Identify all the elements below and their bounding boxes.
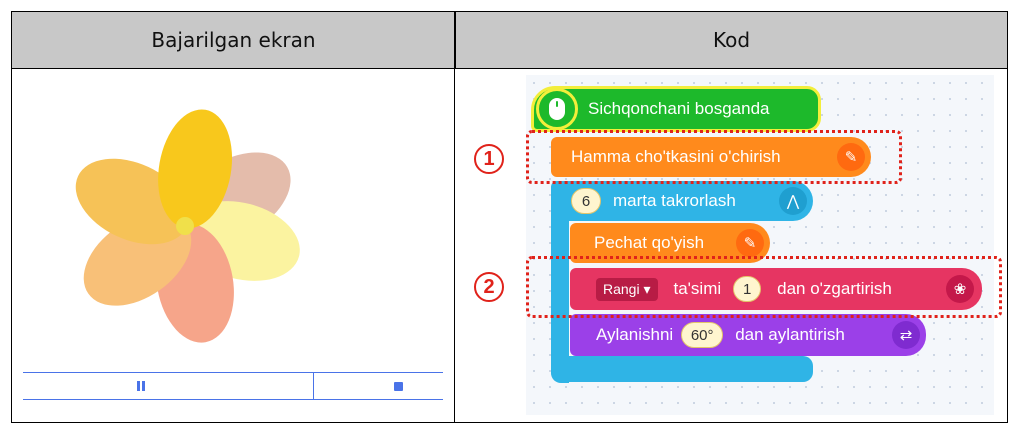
- rotate-end-label: dan aylantirish: [735, 325, 845, 344]
- rotate-label: Aylanishni: [596, 325, 674, 344]
- stop-button[interactable]: [388, 376, 408, 396]
- rotate-block[interactable]: Aylanishni 60° dan aylantirish ⇄: [570, 314, 926, 356]
- rotate-value-input[interactable]: 60°: [681, 322, 724, 348]
- marker-one: 1: [474, 144, 504, 174]
- flower-center: [176, 217, 194, 235]
- pause-button[interactable]: [128, 376, 154, 396]
- mouse-icon: [536, 88, 578, 130]
- flower-stage: [75, 109, 300, 343]
- repeat-block-foot: [551, 356, 813, 382]
- controls-divider: [313, 372, 314, 400]
- header-result: Bajarilgan ekran: [11, 11, 455, 69]
- repeat-count-input[interactable]: 6: [571, 188, 601, 214]
- header-code: Kod: [455, 11, 1008, 69]
- player-controls: [23, 372, 443, 400]
- marker-two: 2: [474, 272, 504, 302]
- highlight-box-1: [526, 130, 902, 184]
- flow-icon: ⋀: [779, 187, 807, 215]
- repeat-block[interactable]: 6 marta takrorlash ⋀: [551, 181, 813, 221]
- rotate-icon: ⇄: [892, 321, 920, 349]
- repeat-label: marta takrorlash: [613, 191, 736, 210]
- stamp-label: Pechat qo'yish: [594, 233, 705, 252]
- event-block-label: Sichqonchani bosganda: [588, 99, 770, 118]
- pause-icon: [137, 381, 140, 391]
- stop-icon: [393, 381, 403, 391]
- highlight-box-2: [526, 256, 1002, 318]
- column-divider: [454, 11, 455, 423]
- brush-icon: ✎: [736, 229, 764, 257]
